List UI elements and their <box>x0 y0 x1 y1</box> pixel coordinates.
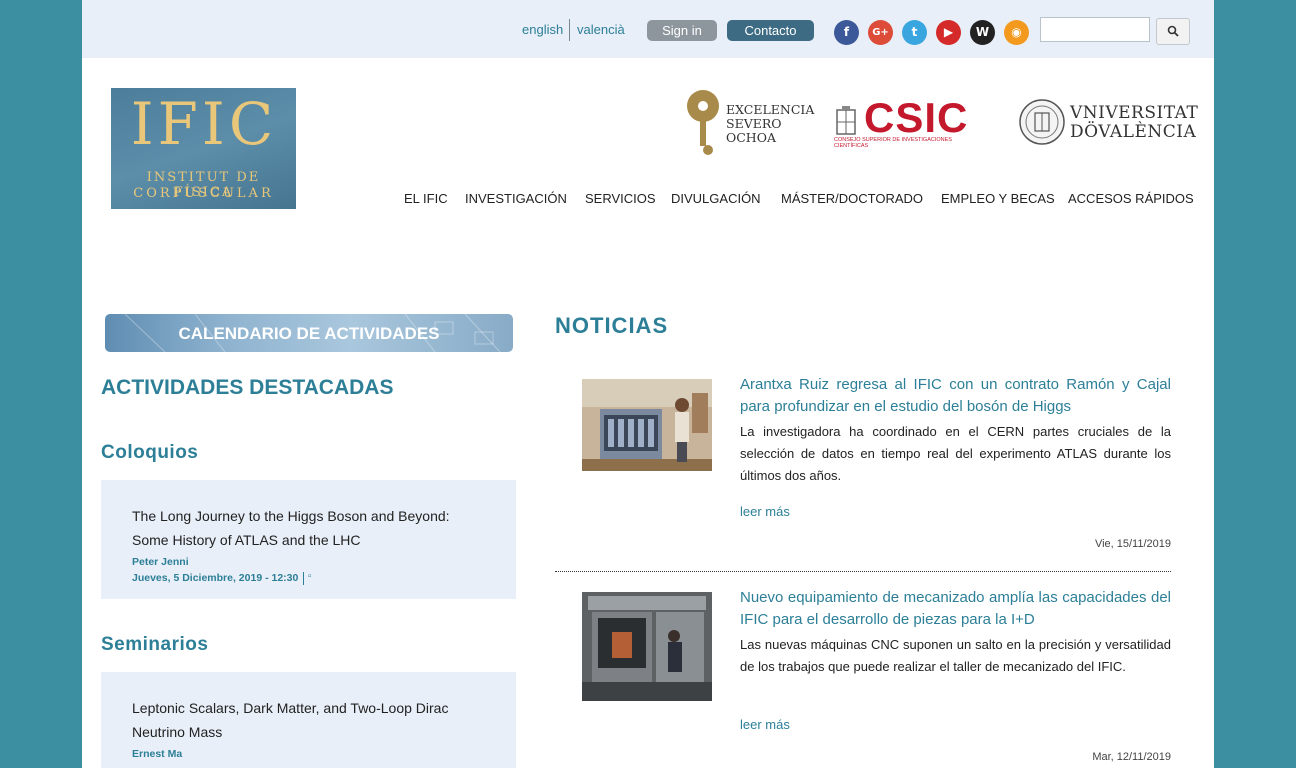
twitter-icon[interactable]: t <box>902 20 927 45</box>
csic-crest <box>836 106 856 135</box>
facebook-icon[interactable]: f <box>834 20 859 45</box>
nav-divulgacion[interactable]: DIVULGACIÓN <box>671 191 761 206</box>
news-image-1[interactable] <box>582 379 712 471</box>
universitat-valencia-logo[interactable]: VNIVERSITAT DÖVALÈNCIA <box>1018 98 1198 150</box>
coloquio-title[interactable]: The Long Journey to the Higgs Boson and … <box>132 504 487 552</box>
uv-line1: VNIVERSITAT <box>1070 103 1199 123</box>
coloquios-heading: Coloquios <box>101 442 199 463</box>
news-read-more-1[interactable]: leer más <box>740 504 790 519</box>
news-image-2[interactable] <box>582 592 712 701</box>
nav-investigacion[interactable]: INVESTIGACIÓN <box>465 191 567 206</box>
severo-ochoa-text: EXCELENCIA SEVERO OCHOA <box>726 103 814 145</box>
page: english valencià Sign in Contacto f G+ t… <box>82 0 1214 768</box>
news-divider <box>555 571 1171 572</box>
nav-empleo-becas[interactable]: EMPLEO Y BECAS <box>941 191 1055 206</box>
seminario-card: Leptonic Scalars, Dark Matter, and Two-L… <box>101 672 516 768</box>
seminarios-heading: Seminarios <box>101 634 209 655</box>
uv-line2: DÖVALÈNCIA <box>1070 122 1197 142</box>
severo-ochoa-logo[interactable]: EXCELENCIA SEVERO OCHOA <box>686 88 818 158</box>
news-date-1: Vie, 15/11/2019 <box>1094 538 1171 550</box>
seminario-speaker: Ernest Ma <box>132 748 183 760</box>
lang-english-link[interactable]: english <box>522 22 563 37</box>
news-body-2: Las nuevas máquinas CNC suponen un salto… <box>740 637 1171 674</box>
actividades-destacadas-heading: ACTIVIDADES DESTACADAS <box>101 376 394 399</box>
severo-line3: OCHOA <box>726 130 776 145</box>
wordpress-icon[interactable]: W <box>970 20 995 45</box>
noticias-heading: NOTICIAS <box>555 313 669 338</box>
news-title-2[interactable]: Nuevo equipamiento de mecanizado amplía … <box>740 587 1171 631</box>
news-body-1: La investigadora ha coordinado en el CER… <box>740 424 1171 483</box>
youtube-icon[interactable]: ▶ <box>936 20 961 45</box>
search-button[interactable] <box>1156 18 1190 45</box>
csic-wordmark: CSIC <box>864 94 969 141</box>
ific-logo[interactable]: IFIC INSTITUT DE FÍSICA CORPUSCULAR <box>111 88 296 209</box>
news-read-more-2[interactable]: leer más <box>740 717 790 732</box>
calendar-banner[interactable]: CALENDARIO DE ACTIVIDADES <box>105 314 513 352</box>
lang-divider <box>569 19 570 41</box>
ific-logo-line2: CORPUSCULAR <box>133 186 274 201</box>
contacto-button[interactable]: Contacto <box>727 20 814 41</box>
uv-text: VNIVERSITAT DÖVALÈNCIA <box>1070 104 1198 142</box>
news-date-2: Mar, 12/11/2019 <box>1092 751 1171 763</box>
top-bar: english valencià Sign in Contacto f G+ t… <box>82 0 1214 58</box>
search-icon <box>1167 25 1179 37</box>
nav-master-doctorado[interactable]: MÁSTER/DOCTORADO <box>781 191 923 206</box>
sign-in-button[interactable]: Sign in <box>647 20 717 41</box>
csic-logo[interactable]: CSIC CONSEJO SUPERIOR DE INVESTIGACIONES… <box>834 94 984 149</box>
search-input[interactable] <box>1040 17 1150 42</box>
calendar-icon[interactable]: ▫ <box>308 571 312 582</box>
nav-servicios[interactable]: SERVICIOS <box>585 191 656 206</box>
coloquio-date: Jueves, 5 Diciembre, 2019 - 12:30 <box>132 572 299 584</box>
coloquio-speaker: Peter Jenni <box>132 556 189 568</box>
seminario-title[interactable]: Leptonic Scalars, Dark Matter, and Two-L… <box>132 696 487 744</box>
news-title-1[interactable]: Arantxa Ruiz regresa al IFIC con un cont… <box>740 374 1171 418</box>
coloquio-card: The Long Journey to the Higgs Boson and … <box>101 480 516 599</box>
severo-ochoa-mark <box>687 90 719 155</box>
nav-el-ific[interactable]: EL IFIC <box>404 191 448 206</box>
severo-line2: SEVERO <box>726 116 782 131</box>
google-plus-icon[interactable]: G+ <box>868 20 893 45</box>
rss-icon[interactable]: ◉ <box>1004 20 1029 45</box>
uv-seal <box>1019 99 1065 145</box>
ific-logo-letters: IFIC <box>130 90 278 158</box>
lang-valencia-link[interactable]: valencià <box>577 22 625 37</box>
nav-accesos-rapidos[interactable]: ACCESOS RÁPIDOS <box>1068 191 1194 206</box>
coloquio-date-separator <box>303 572 304 585</box>
severo-line1: EXCELENCIA <box>726 102 815 117</box>
calendar-banner-label: CALENDARIO DE ACTIVIDADES <box>178 324 440 343</box>
csic-subtitle: CONSEJO SUPERIOR DE INVESTIGACIONES CIEN… <box>834 137 952 149</box>
